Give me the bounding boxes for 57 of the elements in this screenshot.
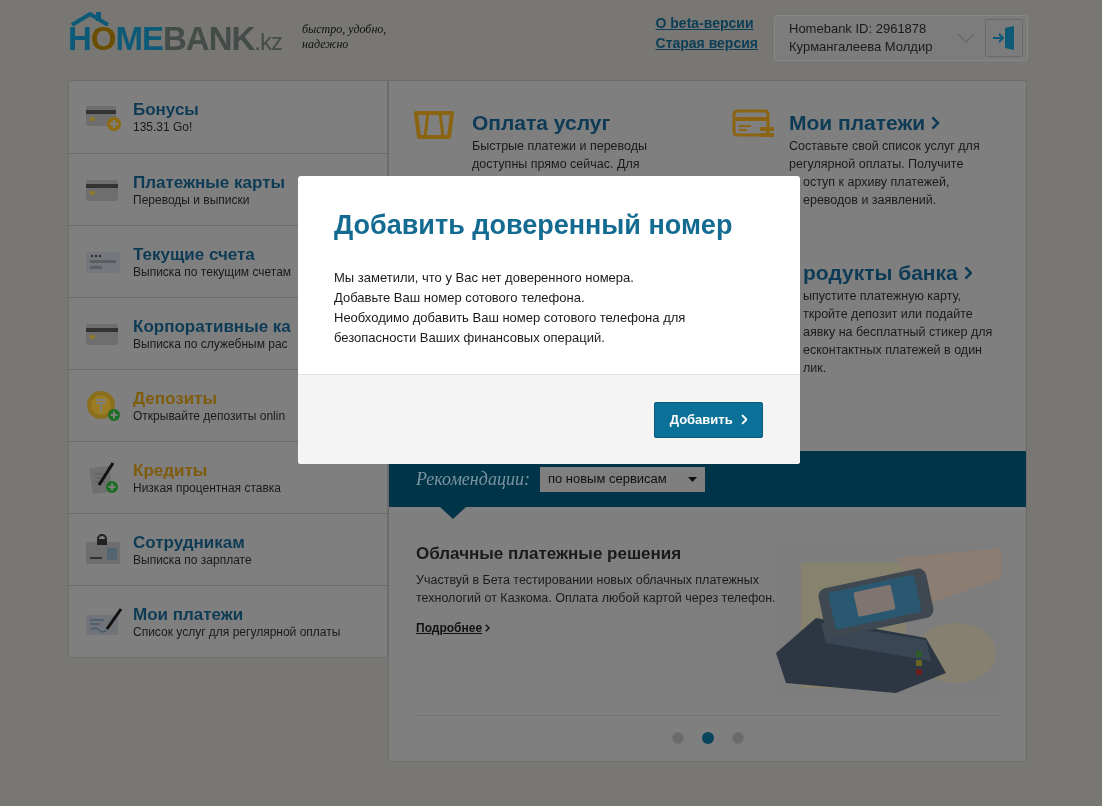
logout-button[interactable]: [985, 19, 1023, 57]
user-panel[interactable]: Homebank ID: 2961878 Курмангалеева Молдир: [774, 15, 1028, 61]
promo-text: Участвуй в Бета тестировании новых облачных платежных технологий от Казкома. Оплата любой картой через телефон.: [416, 572, 776, 607]
sidebar-item-title: Текущие счета: [133, 243, 256, 265]
sidebar-item-title: Кредиты: [133, 459, 209, 481]
tagline: надежно: [302, 37, 350, 52]
sidebar-item[interactable]: Бонусы 135.31 Go!: [69, 81, 387, 153]
dropdown-caret-icon: [687, 476, 697, 482]
sidebar-item-subtitle: Выписка по зарплате: [133, 552, 252, 568]
sidebar-item-subtitle: Низкая процентная ставка: [133, 480, 281, 496]
service-description: есконтактных платежей в один: [803, 342, 984, 359]
user-name: Курмангалеева Молдир: [789, 38, 933, 56]
more-link[interactable]: Подробнее: [416, 619, 490, 637]
tagline: быстро, удобно,: [302, 22, 387, 37]
sidebar-item-subtitle: Список услуг для регулярной оплаты: [133, 624, 341, 640]
sidebar-item-title: Депозиты: [133, 387, 218, 409]
sidebar-item-subtitle: Выписка по текущим счетам: [133, 264, 292, 280]
sidebar-item-subtitle: Переводы и выписки: [133, 192, 251, 208]
sidebar-item-title: Мои платежи: [133, 603, 245, 625]
service-description: доступны прямо сейчас. Для: [472, 156, 641, 173]
service-description: аявку на бесплатный стикер для: [803, 324, 993, 341]
sidebar-item[interactable]: Мои платежи Список услуг для регулярной оплаты: [69, 585, 387, 657]
service-description: ереводов и заявлений.: [802, 192, 938, 209]
road-icon: [414, 109, 454, 139]
service-title[interactable]: Мои платежи: [789, 109, 940, 137]
service-description: ыпустите платежную карту,: [803, 288, 963, 305]
recommendations-select[interactable]: по новым сервисам: [539, 466, 705, 492]
service-description: Составьте свой список услуг для: [789, 138, 980, 155]
header-link[interactable]: О beta-версии: [655, 15, 758, 32]
chevron-right-icon: [740, 414, 748, 425]
sidebar-item-title: Бонусы: [133, 99, 199, 120]
service-title[interactable]: родукты банка: [803, 259, 973, 287]
sidebar-item-title: Корпоративные ка: [133, 315, 291, 337]
chevron-right-icon: [963, 266, 973, 280]
sidebar-item-title: Сотрудникам: [133, 531, 246, 553]
sidebar-item-subtitle: Выписка по служебным рас: [133, 336, 289, 352]
service-description: Быстрые платежи и переводы: [472, 138, 647, 155]
chevron-right-icon: [485, 624, 490, 632]
recommendations-label: Рекомендации:: [416, 467, 530, 491]
header-link[interactable]: Старая версия: [655, 35, 758, 52]
service-description: регулярной оплаты. Получите: [789, 156, 965, 173]
sidebar-item[interactable]: Сотрудникам Выписка по зарплате: [69, 513, 387, 585]
add-button[interactable]: Добавить: [654, 401, 763, 438]
sidebar-item-subtitle: Открывайте депозиты onlin: [133, 408, 286, 424]
sidebar-item-title: Платежные карты: [133, 171, 285, 193]
chevron-right-icon: [931, 116, 940, 130]
promo-title: Облачные платежные решения: [416, 543, 683, 565]
user-id: Homebank ID: 2961878: [789, 20, 928, 38]
exit-door-icon: [991, 25, 1017, 51]
service-description: ткройте депозит или подайте: [803, 306, 974, 323]
coin-plus-icon: [85, 388, 123, 423]
service-description: оступ к архиву платежей,: [802, 174, 951, 191]
house-roof-icon: [70, 12, 110, 26]
service-title[interactable]: Оплата услуг: [472, 109, 611, 137]
service-description: лик.: [803, 360, 828, 377]
id-badge-icon: [85, 532, 123, 567]
sidebar-item-subtitle: 135.31 Go!: [133, 120, 194, 135]
